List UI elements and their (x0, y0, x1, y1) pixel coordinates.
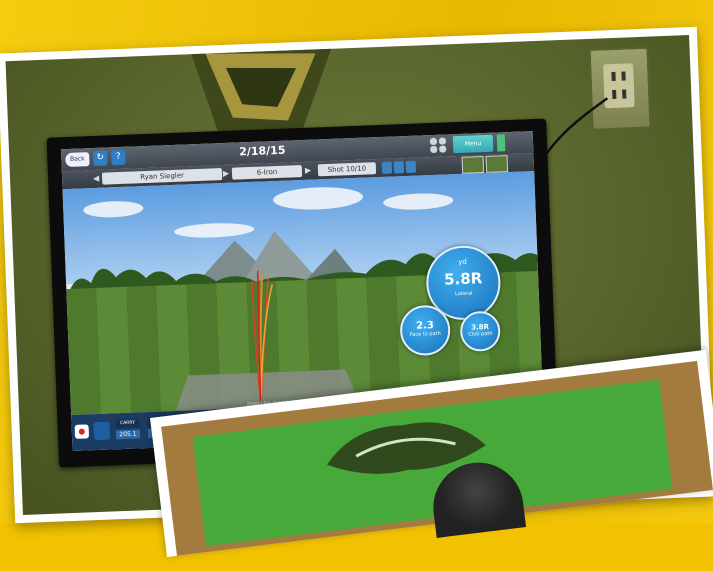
face-to-path-label: Face to path (409, 330, 441, 338)
record-icon (78, 428, 85, 435)
refresh-icon: ↻ (96, 152, 105, 163)
next-icon[interactable] (405, 160, 417, 174)
club-path-label: Club path (468, 330, 493, 338)
prev-icon[interactable] (381, 161, 393, 174)
stat-value: 205.1 (115, 429, 141, 440)
refresh-button[interactable]: ↻ (93, 150, 108, 166)
cloud (382, 192, 454, 211)
stat-header: CARRY (115, 418, 140, 429)
record-button[interactable] (74, 424, 90, 439)
help-button[interactable]: ? (111, 149, 126, 166)
lateral-value: 5.8R (443, 269, 483, 289)
cloud (272, 185, 364, 212)
shot-select[interactable]: Shot 10/10 (317, 162, 377, 177)
help-icon: ? (115, 151, 121, 163)
prev-player-icon[interactable]: ◀ (92, 173, 100, 185)
view-icon[interactable] (485, 155, 509, 173)
player-select[interactable]: Ryan Siegler (101, 168, 223, 185)
session-date: 2/18/15 (238, 143, 286, 159)
cloud (83, 200, 144, 219)
club-select[interactable]: 6-Iron (231, 165, 303, 180)
back-label: Back (69, 155, 85, 163)
lateral-unit: yd (458, 257, 468, 267)
status-bar (496, 134, 506, 152)
lateral-label: Lateral (454, 290, 473, 298)
stat-column: CARRY 205.1 (115, 418, 141, 440)
menu-button[interactable]: Menu (452, 134, 494, 154)
ball-traces (251, 270, 274, 407)
play-icon[interactable] (393, 161, 405, 174)
back-button[interactable]: Back (65, 152, 90, 168)
next-player-icon[interactable]: ▶ (222, 168, 230, 180)
next-club-icon[interactable]: ▶ (304, 165, 312, 177)
grid-icon[interactable] (429, 136, 448, 154)
view-icon[interactable] (461, 156, 485, 174)
ball-icon[interactable] (93, 421, 111, 441)
